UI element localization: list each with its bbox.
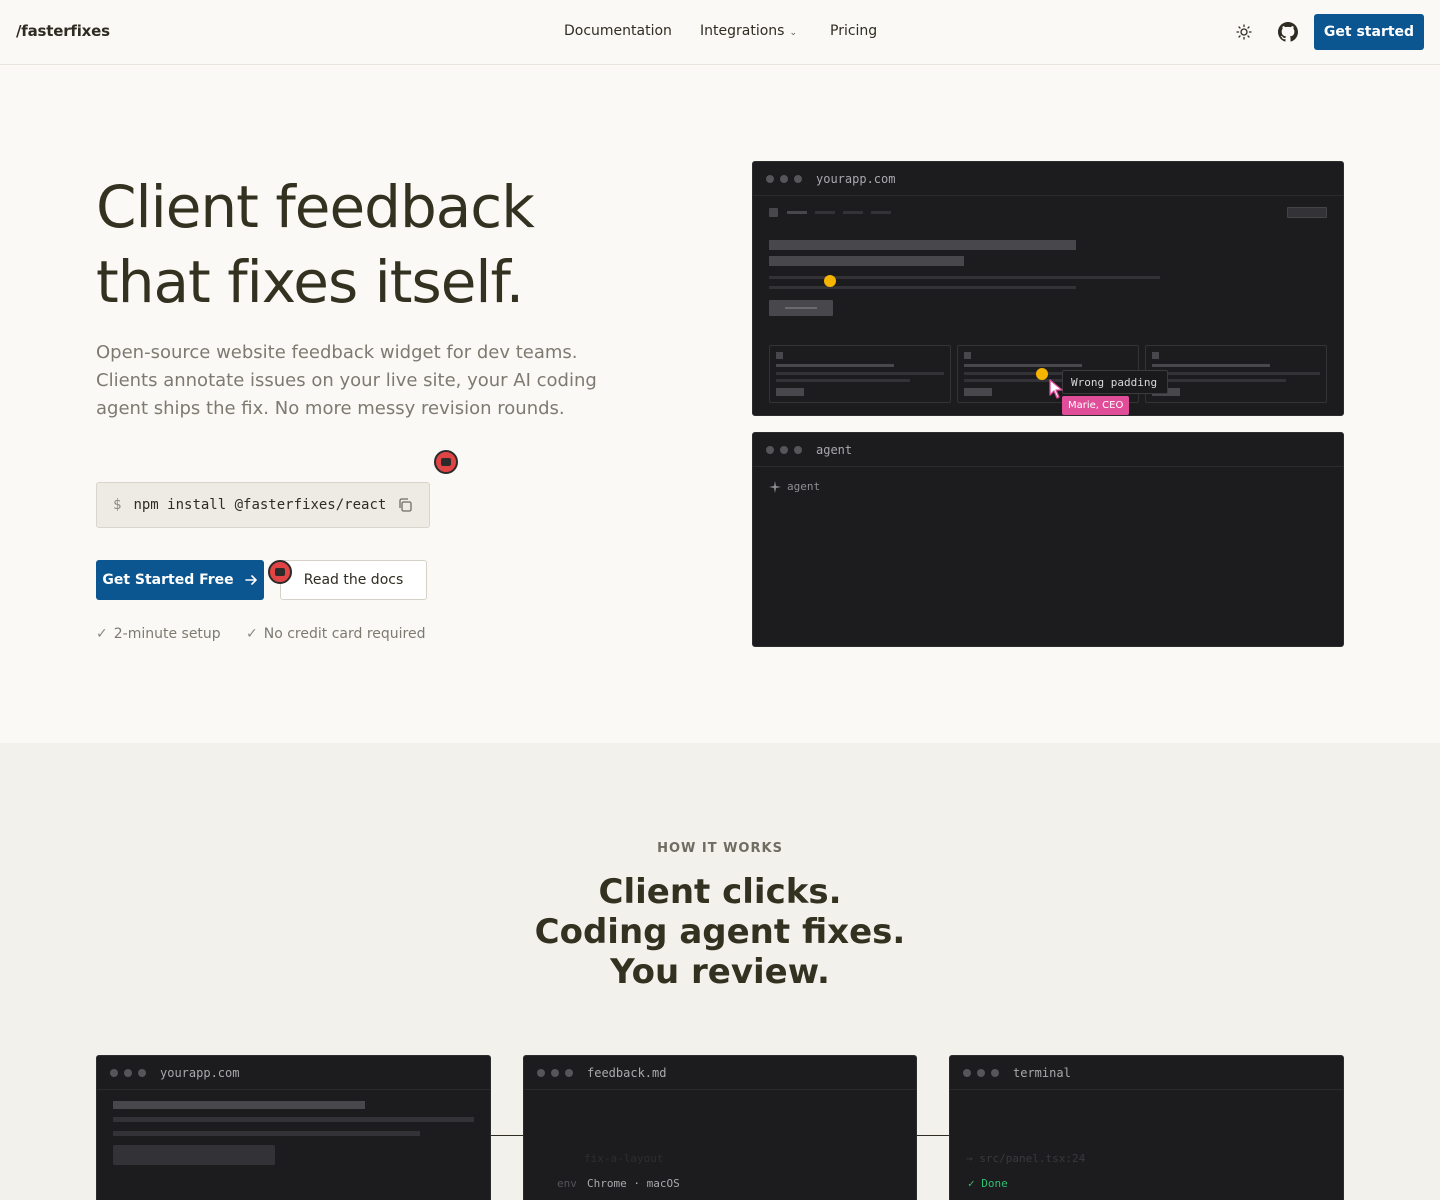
install-command-box: $ npm install @fasterfixes/react bbox=[96, 482, 430, 528]
done-status: ✓ Done bbox=[968, 1177, 1008, 1190]
env-value: Chrome · macOS bbox=[587, 1177, 680, 1190]
window-title: terminal bbox=[1013, 1065, 1071, 1080]
env-label: env bbox=[557, 1177, 577, 1190]
window-title: feedback.md bbox=[587, 1065, 667, 1080]
chevron-down-icon: ⌄ bbox=[789, 28, 797, 38]
shell-prompt: $ bbox=[113, 497, 122, 513]
step-window-browser: yourapp.com bbox=[96, 1055, 491, 1200]
check-icon: ✓ bbox=[96, 626, 108, 642]
get-started-free-button[interactable]: Get Started Free bbox=[96, 560, 264, 600]
check-no-card: ✓ No credit card required bbox=[246, 626, 425, 642]
check-setup-label: 2-minute setup bbox=[113, 626, 221, 642]
feedback-pin-icon[interactable] bbox=[268, 560, 292, 584]
read-docs-button[interactable]: Read the docs bbox=[280, 560, 427, 600]
done-label: Done bbox=[981, 1177, 1008, 1190]
annotation-tooltip: Wrong padding bbox=[1062, 370, 1168, 394]
logo[interactable]: /fasterfixes bbox=[16, 22, 110, 40]
headline-line-2: Coding agent fixes. bbox=[534, 912, 906, 952]
arrow-right-icon bbox=[244, 575, 257, 585]
site-header: /fasterfixes Documentation Integrations ⌄… bbox=[0, 0, 1440, 65]
window-titlebar: feedback.md bbox=[524, 1056, 916, 1090]
nav-integrations-label: Integrations bbox=[700, 23, 785, 39]
window-titlebar: terminal bbox=[950, 1056, 1343, 1090]
step-window-feedback: feedback.md fix-a-layout env Chrome · ma… bbox=[523, 1055, 917, 1200]
nav-pricing[interactable]: Pricing bbox=[830, 23, 877, 39]
annotation-marker[interactable] bbox=[824, 275, 836, 287]
window-title: yourapp.com bbox=[816, 171, 896, 186]
github-icon[interactable] bbox=[1276, 20, 1300, 44]
annotation-marker[interactable] bbox=[1036, 368, 1048, 380]
agent-label: agent bbox=[787, 480, 821, 493]
window-title: agent bbox=[816, 442, 853, 457]
get-started-button[interactable]: Get started bbox=[1314, 14, 1424, 50]
window-titlebar: yourapp.com bbox=[753, 162, 1343, 196]
window-titlebar: agent bbox=[753, 433, 1343, 467]
feedback-pin-icon[interactable] bbox=[434, 450, 458, 474]
connector-line bbox=[491, 1135, 523, 1136]
hero-title: Client feedback that fixes itself. bbox=[96, 170, 656, 320]
get-started-free-label: Get Started Free bbox=[102, 572, 234, 588]
headline-line-3: You review. bbox=[610, 952, 830, 992]
hero-title-line-2: that fixes itself. bbox=[96, 248, 524, 316]
headline-line-1: Client clicks. bbox=[598, 872, 842, 912]
section-headline: Client clicks. Coding agent fixes. You r… bbox=[0, 872, 1440, 992]
section-eyebrow: HOW IT WORKS bbox=[657, 841, 783, 856]
theme-toggle-sun-icon[interactable] bbox=[1232, 20, 1256, 44]
window-title: yourapp.com bbox=[160, 1065, 240, 1080]
hero-title-line-1: Client feedback bbox=[96, 173, 535, 241]
faded-line-text: src/panel.tsx:24 bbox=[979, 1152, 1086, 1165]
agent-window: agent agent bbox=[752, 432, 1344, 647]
agent-status: agent bbox=[769, 480, 820, 493]
nav-integrations[interactable]: Integrations ⌄ bbox=[700, 23, 797, 39]
copy-icon[interactable] bbox=[397, 497, 413, 517]
faded-line: fix-a-layout bbox=[584, 1152, 664, 1165]
sparkle-icon bbox=[769, 480, 781, 493]
check-no-card-label: No credit card required bbox=[263, 626, 426, 642]
check-icon: ✓ bbox=[246, 626, 258, 642]
check-icon: ✓ bbox=[968, 1177, 975, 1190]
install-command: npm install @fasterfixes/react bbox=[133, 497, 387, 513]
hero-subtitle: Open-source website feedback widget for … bbox=[96, 342, 597, 419]
connector-line bbox=[917, 1135, 949, 1136]
arrow-right-icon: → bbox=[966, 1152, 973, 1165]
nav-documentation[interactable]: Documentation bbox=[564, 23, 672, 39]
author-tag: Marie, CEO bbox=[1062, 396, 1130, 415]
faded-line: → src/panel.tsx:24 bbox=[966, 1152, 1085, 1165]
check-setup: ✓ 2-minute setup bbox=[96, 626, 221, 642]
step-window-terminal: terminal → src/panel.tsx:24 ✓ Done bbox=[949, 1055, 1344, 1200]
window-titlebar: yourapp.com bbox=[97, 1056, 490, 1090]
